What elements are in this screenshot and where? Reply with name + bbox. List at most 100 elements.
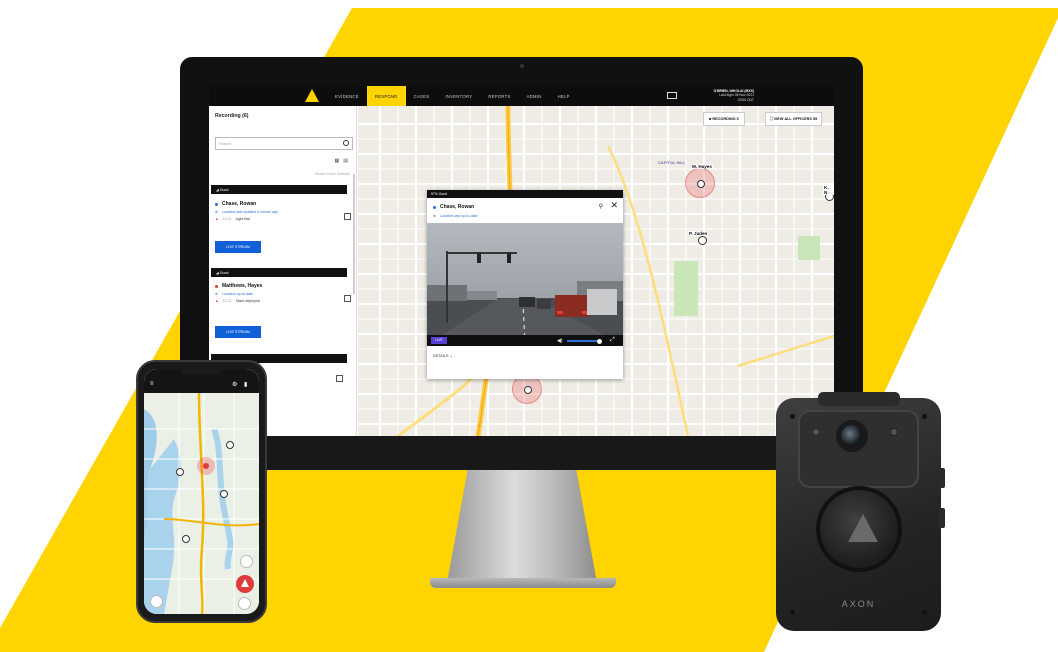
dashcam-video[interactable] bbox=[427, 223, 623, 345]
officer-location: ⊕ Location last updated 5 minute ago bbox=[215, 210, 351, 214]
officer-marker[interactable] bbox=[685, 168, 715, 198]
recording-button[interactable]: ■ RECORDING 6 bbox=[703, 112, 745, 126]
marker-label: P. Jaden bbox=[688, 231, 709, 236]
view-toggle-icons[interactable]: ▦▤ bbox=[335, 158, 352, 164]
nav-respond[interactable]: RESPOND bbox=[366, 86, 406, 106]
select-checkbox[interactable] bbox=[344, 295, 351, 302]
side-button[interactable] bbox=[939, 468, 945, 488]
car-icon[interactable] bbox=[698, 236, 707, 245]
officer-name: Matthews, Hayes bbox=[222, 283, 263, 289]
close-icon[interactable]: ✕ bbox=[610, 201, 618, 210]
group-header: ◢ Good bbox=[211, 268, 347, 277]
view-all-officers-button[interactable]: ⛶ VIEW ALL OFFICERS 55 bbox=[765, 112, 823, 126]
map-pin-icon[interactable]: ⚲ bbox=[599, 203, 603, 210]
side-button[interactable] bbox=[939, 508, 945, 528]
device-status-bar: 97% Good bbox=[427, 190, 623, 198]
nav-inventory[interactable]: INVENTORY bbox=[437, 86, 480, 106]
screw bbox=[922, 610, 927, 615]
alert-button[interactable] bbox=[236, 575, 254, 593]
desktop-monitor: EVIDENCE RESPOND CASES INVENTORY REPORTS… bbox=[180, 57, 863, 470]
hamburger-menu-icon[interactable]: ≡ bbox=[150, 381, 154, 387]
nav-reports[interactable]: REPORTS bbox=[480, 86, 518, 106]
event-time: 12:32 bbox=[222, 217, 232, 221]
phone-notch bbox=[181, 369, 222, 375]
search-icon[interactable] bbox=[343, 140, 349, 146]
officer-name: Chase, Rowan bbox=[222, 201, 257, 207]
event-time: 12:32 bbox=[222, 299, 232, 303]
volume-slider[interactable] bbox=[567, 340, 599, 342]
officer-location: ⊕ Location up-to-date bbox=[215, 292, 351, 296]
view-all-label: VIEW ALL OFFICERS 55 bbox=[773, 117, 818, 121]
marker-label: K. N bbox=[823, 185, 834, 195]
bookmark-icon[interactable]: ▮ bbox=[244, 381, 247, 388]
details-label: DETAILS bbox=[433, 354, 449, 358]
top-navigation: EVIDENCE RESPOND CASES INVENTORY REPORTS… bbox=[209, 86, 834, 106]
officer-card[interactable]: Chase, Rowan ⊕ Location last updated 5 m… bbox=[215, 201, 351, 221]
car-icon bbox=[697, 180, 705, 188]
mobile-phone: ≡ ⚙ ▮ bbox=[136, 360, 267, 623]
marker-label: M. Hayes bbox=[691, 164, 713, 169]
officer-name-row: Chase, Rowan bbox=[215, 201, 351, 207]
record-button[interactable] bbox=[816, 486, 902, 572]
volume-knob[interactable] bbox=[597, 338, 602, 344]
group-status: Good bbox=[219, 270, 229, 275]
user-info[interactable]: O'BRIEN, NIKOLAI (MXX) Last login 08 Nov… bbox=[714, 89, 754, 102]
select-checkbox[interactable] bbox=[344, 213, 351, 220]
monitor-chin bbox=[180, 436, 863, 470]
live-badge: LIVE bbox=[431, 337, 447, 344]
event-text: Taser deployed bbox=[235, 299, 260, 303]
stream-selected-note: Stream Active Selected bbox=[314, 172, 350, 176]
popup-officer-row: Chase, Rowan bbox=[433, 204, 474, 210]
camera-top-clip bbox=[818, 392, 900, 406]
live-stream-button[interactable]: LIVE STREAM bbox=[215, 241, 261, 253]
group-status: Good bbox=[219, 187, 229, 192]
fullscreen-icon[interactable]: ⤢ bbox=[610, 337, 615, 344]
officer-card[interactable]: Matthews, Hayes ⊕ Location up-to-date ▲ … bbox=[215, 283, 351, 303]
sidebar-scrollbar[interactable] bbox=[353, 174, 355, 294]
webcam bbox=[520, 64, 524, 68]
popup-location-text: Location last up-to-date bbox=[440, 214, 478, 218]
officer-event: ▲ 12:32 Light Bar bbox=[215, 217, 351, 221]
alert-icon: ▲ bbox=[215, 217, 219, 221]
select-checkbox[interactable] bbox=[336, 375, 343, 382]
axon-logo-icon bbox=[848, 514, 878, 542]
location-icon: ⊕ bbox=[215, 292, 219, 296]
details-toggle[interactable]: DETAILS ⌄ bbox=[433, 353, 453, 358]
location-text: Location last updated 5 minute ago bbox=[222, 210, 278, 214]
indicator-led bbox=[812, 428, 820, 436]
search-input[interactable]: Search bbox=[215, 137, 353, 150]
popup-location: ⊕ Location last up-to-date bbox=[433, 214, 478, 218]
locate-icon[interactable] bbox=[240, 555, 253, 568]
live-stream-button[interactable]: LIVE STREAM bbox=[215, 326, 261, 338]
app-screen: EVIDENCE RESPOND CASES INVENTORY REPORTS… bbox=[209, 86, 834, 436]
event-text: Light Bar bbox=[235, 217, 250, 221]
nav-help[interactable]: HELP bbox=[550, 86, 578, 106]
screw bbox=[790, 414, 795, 419]
mail-icon[interactable] bbox=[667, 92, 677, 99]
screw bbox=[922, 414, 927, 419]
nav-menu: EVIDENCE RESPOND CASES INVENTORY REPORTS… bbox=[327, 86, 578, 106]
screw bbox=[790, 610, 795, 615]
location-icon: ⊕ bbox=[433, 214, 437, 218]
settings-icon[interactable]: ⚙ bbox=[232, 381, 237, 388]
group-header: ◢ Good bbox=[211, 185, 347, 194]
camera-brand: AXON bbox=[841, 599, 876, 609]
recording-button-label: RECORDING 6 bbox=[712, 117, 739, 121]
phone-screen: ≡ ⚙ ▮ bbox=[144, 369, 259, 614]
sign-out-link[interactable]: SIGN OUT bbox=[714, 98, 754, 102]
axon-logo-icon[interactable] bbox=[305, 89, 319, 102]
nav-evidence[interactable]: EVIDENCE bbox=[327, 86, 367, 106]
nav-admin[interactable]: ADMIN bbox=[519, 86, 550, 106]
nav-cases[interactable]: CASES bbox=[406, 86, 438, 106]
layers-icon[interactable] bbox=[150, 595, 163, 608]
status-dot bbox=[215, 202, 218, 206]
volume-icon[interactable]: ◀) bbox=[557, 338, 563, 344]
search-icon[interactable] bbox=[238, 597, 251, 610]
live-video-popup[interactable]: 97% Good Chase, Rowan ⊕ Location last up… bbox=[427, 190, 623, 379]
status-dot bbox=[215, 284, 218, 288]
district-label: CAPITOL HILL bbox=[658, 160, 686, 165]
car-icon bbox=[524, 386, 532, 394]
location-icon: ⊕ bbox=[215, 210, 219, 214]
product-hero: EVIDENCE RESPOND CASES INVENTORY REPORTS… bbox=[0, 0, 1058, 652]
indicator-led bbox=[890, 428, 898, 436]
